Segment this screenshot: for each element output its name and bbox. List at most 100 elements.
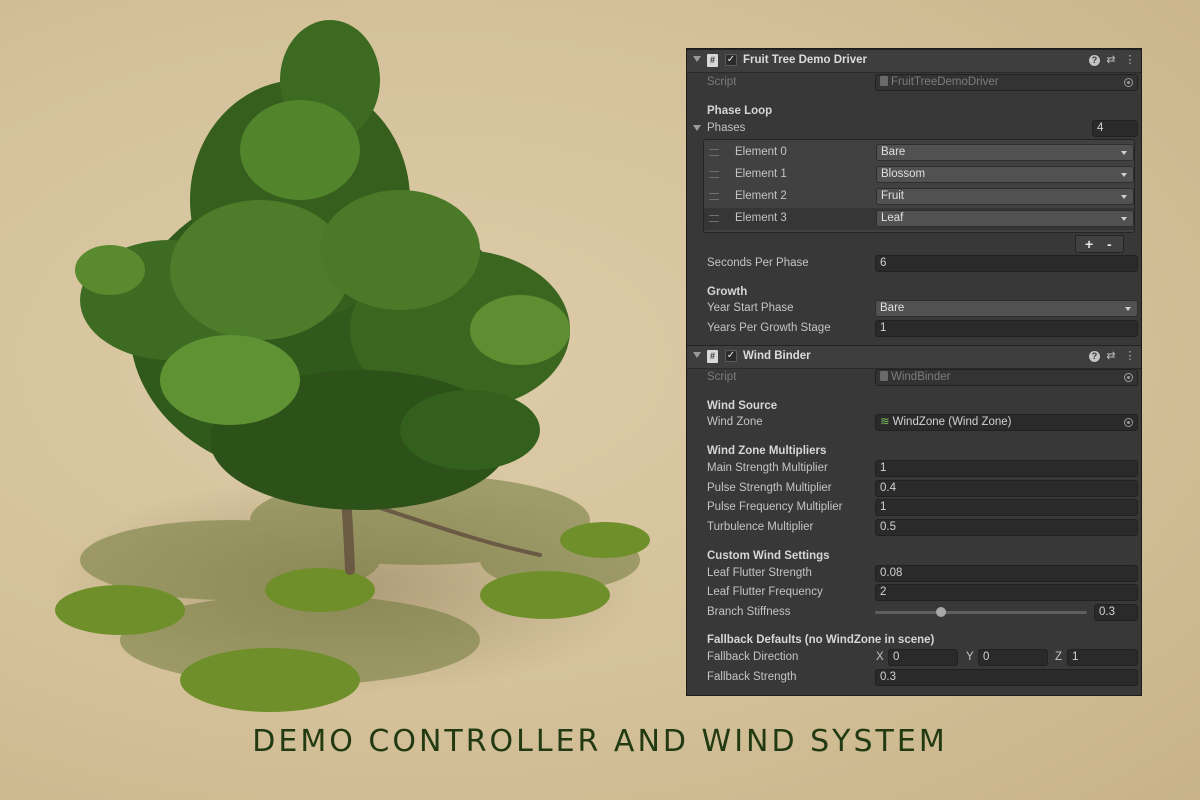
object-picker-icon[interactable] bbox=[1124, 373, 1133, 382]
vector-x-label: X bbox=[876, 651, 884, 663]
element-value: Fruit bbox=[881, 190, 904, 202]
main-strength-field[interactable]: 1 bbox=[875, 460, 1138, 477]
script-label: Script bbox=[707, 371, 737, 383]
script-icon bbox=[880, 371, 888, 381]
pulse-frequency-label: Pulse Frequency Multiplier bbox=[707, 501, 843, 513]
component-title: Fruit Tree Demo Driver bbox=[743, 54, 867, 66]
dropdown-arrow-icon bbox=[1125, 307, 1131, 311]
list-item[interactable]: Element 0 Bare bbox=[704, 142, 1134, 164]
component-enabled-checkbox[interactable]: ✓ bbox=[725, 54, 737, 66]
tree-foliage bbox=[75, 20, 570, 510]
branch-stiffness-slider-track[interactable] bbox=[875, 611, 1087, 614]
custom-wind-settings-header: Custom Wind Settings bbox=[707, 550, 830, 562]
element-label: Element 2 bbox=[735, 190, 787, 202]
element-value: Blossom bbox=[881, 168, 926, 180]
script-label: Script bbox=[707, 76, 737, 88]
years-per-growth-stage-field[interactable]: 1 bbox=[875, 320, 1138, 337]
list-item[interactable]: Element 3 Leaf bbox=[704, 208, 1134, 230]
add-element-button[interactable]: + bbox=[1085, 236, 1093, 252]
script-field[interactable]: FruitTreeDemoDriver bbox=[875, 74, 1138, 91]
year-start-phase-value: Bare bbox=[880, 302, 905, 314]
fruit-tree-illustration bbox=[50, 20, 650, 712]
element-value: Leaf bbox=[881, 212, 904, 224]
script-value: FruitTreeDemoDriver bbox=[891, 76, 999, 88]
wind-zone-value: WindZone (Wind Zone) bbox=[892, 416, 1012, 428]
wind-zone-multipliers-header: Wind Zone Multipliers bbox=[707, 445, 827, 457]
year-start-phase-dropdown[interactable]: Bare bbox=[875, 300, 1138, 317]
element-dropdown[interactable]: Blossom bbox=[876, 166, 1134, 183]
year-start-phase-label: Year Start Phase bbox=[707, 302, 794, 314]
object-picker-icon[interactable] bbox=[1124, 78, 1133, 87]
element-dropdown[interactable]: Leaf bbox=[876, 210, 1134, 227]
growth-header: Growth bbox=[707, 286, 748, 298]
foldout-arrow-icon[interactable] bbox=[693, 352, 701, 358]
seconds-per-phase-field[interactable]: 6 bbox=[875, 255, 1138, 272]
fruit-tree-demo-driver-header[interactable]: # ✓ Fruit Tree Demo Driver ? ⇄ ⋮ bbox=[687, 49, 1141, 73]
phases-foldout-arrow-icon[interactable] bbox=[693, 125, 701, 131]
preset-icon[interactable]: ⇄ bbox=[1104, 349, 1118, 363]
fallback-defaults-header: Fallback Defaults (no WindZone in scene) bbox=[707, 634, 935, 646]
phases-label: Phases bbox=[707, 122, 746, 134]
turbulence-label: Turbulence Multiplier bbox=[707, 521, 814, 533]
dropdown-arrow-icon bbox=[1121, 173, 1127, 177]
element-dropdown[interactable]: Bare bbox=[876, 144, 1134, 161]
wind-binder-header[interactable]: # ✓ Wind Binder ? ⇄ ⋮ bbox=[687, 345, 1141, 369]
object-picker-icon[interactable] bbox=[1124, 418, 1133, 427]
phase-loop-header: Phase Loop bbox=[707, 105, 773, 117]
script-field[interactable]: WindBinder bbox=[875, 369, 1138, 386]
leaf-flutter-frequency-field[interactable]: 2 bbox=[875, 584, 1138, 601]
element-value: Bare bbox=[881, 146, 906, 158]
fallback-direction-label: Fallback Direction bbox=[707, 651, 799, 663]
element-label: Element 3 bbox=[735, 212, 787, 224]
element-label: Element 1 bbox=[735, 168, 787, 180]
drag-handle-icon[interactable] bbox=[709, 171, 719, 178]
drag-handle-icon[interactable] bbox=[709, 149, 719, 156]
vector-y-label: Y bbox=[966, 651, 974, 663]
years-per-growth-stage-label: Years Per Growth Stage bbox=[707, 322, 831, 334]
phases-list: Element 0 Bare Element 1 Blossom Element… bbox=[703, 139, 1135, 233]
fallback-strength-label: Fallback Strength bbox=[707, 671, 797, 683]
wind-zone-field[interactable]: ≋ WindZone (Wind Zone) bbox=[875, 414, 1138, 431]
kebab-menu-icon[interactable]: ⋮ bbox=[1123, 53, 1137, 67]
caption-title: DEMO CONTROLLER AND WIND SYSTEM bbox=[252, 724, 948, 759]
kebab-menu-icon[interactable]: ⋮ bbox=[1123, 349, 1137, 363]
list-item[interactable]: Element 1 Blossom bbox=[704, 164, 1134, 186]
inspector-panel: # ✓ Fruit Tree Demo Driver ? ⇄ ⋮ Script … bbox=[686, 48, 1142, 696]
vector-z-label: Z bbox=[1055, 651, 1063, 663]
leaf-flutter-frequency-label: Leaf Flutter Frequency bbox=[707, 586, 823, 598]
element-label: Element 0 bbox=[735, 146, 787, 158]
element-dropdown[interactable]: Fruit bbox=[876, 188, 1134, 205]
pulse-strength-label: Pulse Strength Multiplier bbox=[707, 482, 832, 494]
drag-handle-icon[interactable] bbox=[709, 193, 719, 200]
pulse-strength-field[interactable]: 0.4 bbox=[875, 480, 1138, 497]
script-icon: # bbox=[707, 350, 718, 363]
script-icon: # bbox=[707, 54, 718, 67]
dropdown-arrow-icon bbox=[1121, 217, 1127, 221]
fallback-strength-field[interactable]: 0.3 bbox=[875, 669, 1138, 686]
branch-stiffness-slider-thumb[interactable] bbox=[936, 607, 946, 617]
wind-zone-label: Wind Zone bbox=[707, 416, 763, 428]
foldout-arrow-icon[interactable] bbox=[693, 56, 701, 62]
script-icon bbox=[880, 76, 888, 86]
leaf-flutter-strength-field[interactable]: 0.08 bbox=[875, 565, 1138, 582]
pulse-frequency-field[interactable]: 1 bbox=[875, 499, 1138, 516]
wind-zone-icon: ≋ bbox=[880, 416, 890, 428]
list-item[interactable]: Element 2 Fruit bbox=[704, 186, 1134, 208]
phases-count-field[interactable]: 4 bbox=[1092, 120, 1138, 137]
component-enabled-checkbox[interactable]: ✓ bbox=[725, 350, 737, 362]
remove-element-button[interactable]: - bbox=[1107, 236, 1112, 252]
dropdown-arrow-icon bbox=[1121, 195, 1127, 199]
main-strength-label: Main Strength Multiplier bbox=[707, 462, 828, 474]
wind-source-header: Wind Source bbox=[707, 400, 778, 412]
turbulence-field[interactable]: 0.5 bbox=[875, 519, 1138, 536]
branch-stiffness-field[interactable]: 0.3 bbox=[1094, 604, 1138, 621]
help-icon[interactable]: ? bbox=[1089, 351, 1100, 362]
help-icon[interactable]: ? bbox=[1089, 55, 1100, 66]
drag-handle-icon[interactable] bbox=[709, 215, 719, 222]
leaf-flutter-strength-label: Leaf Flutter Strength bbox=[707, 567, 812, 579]
fallback-direction-x-field[interactable]: 0 bbox=[888, 649, 958, 666]
fallback-direction-y-field[interactable]: 0 bbox=[978, 649, 1048, 666]
preset-icon[interactable]: ⇄ bbox=[1104, 53, 1118, 67]
fallback-direction-z-field[interactable]: 1 bbox=[1067, 649, 1138, 666]
script-value: WindBinder bbox=[891, 371, 951, 383]
